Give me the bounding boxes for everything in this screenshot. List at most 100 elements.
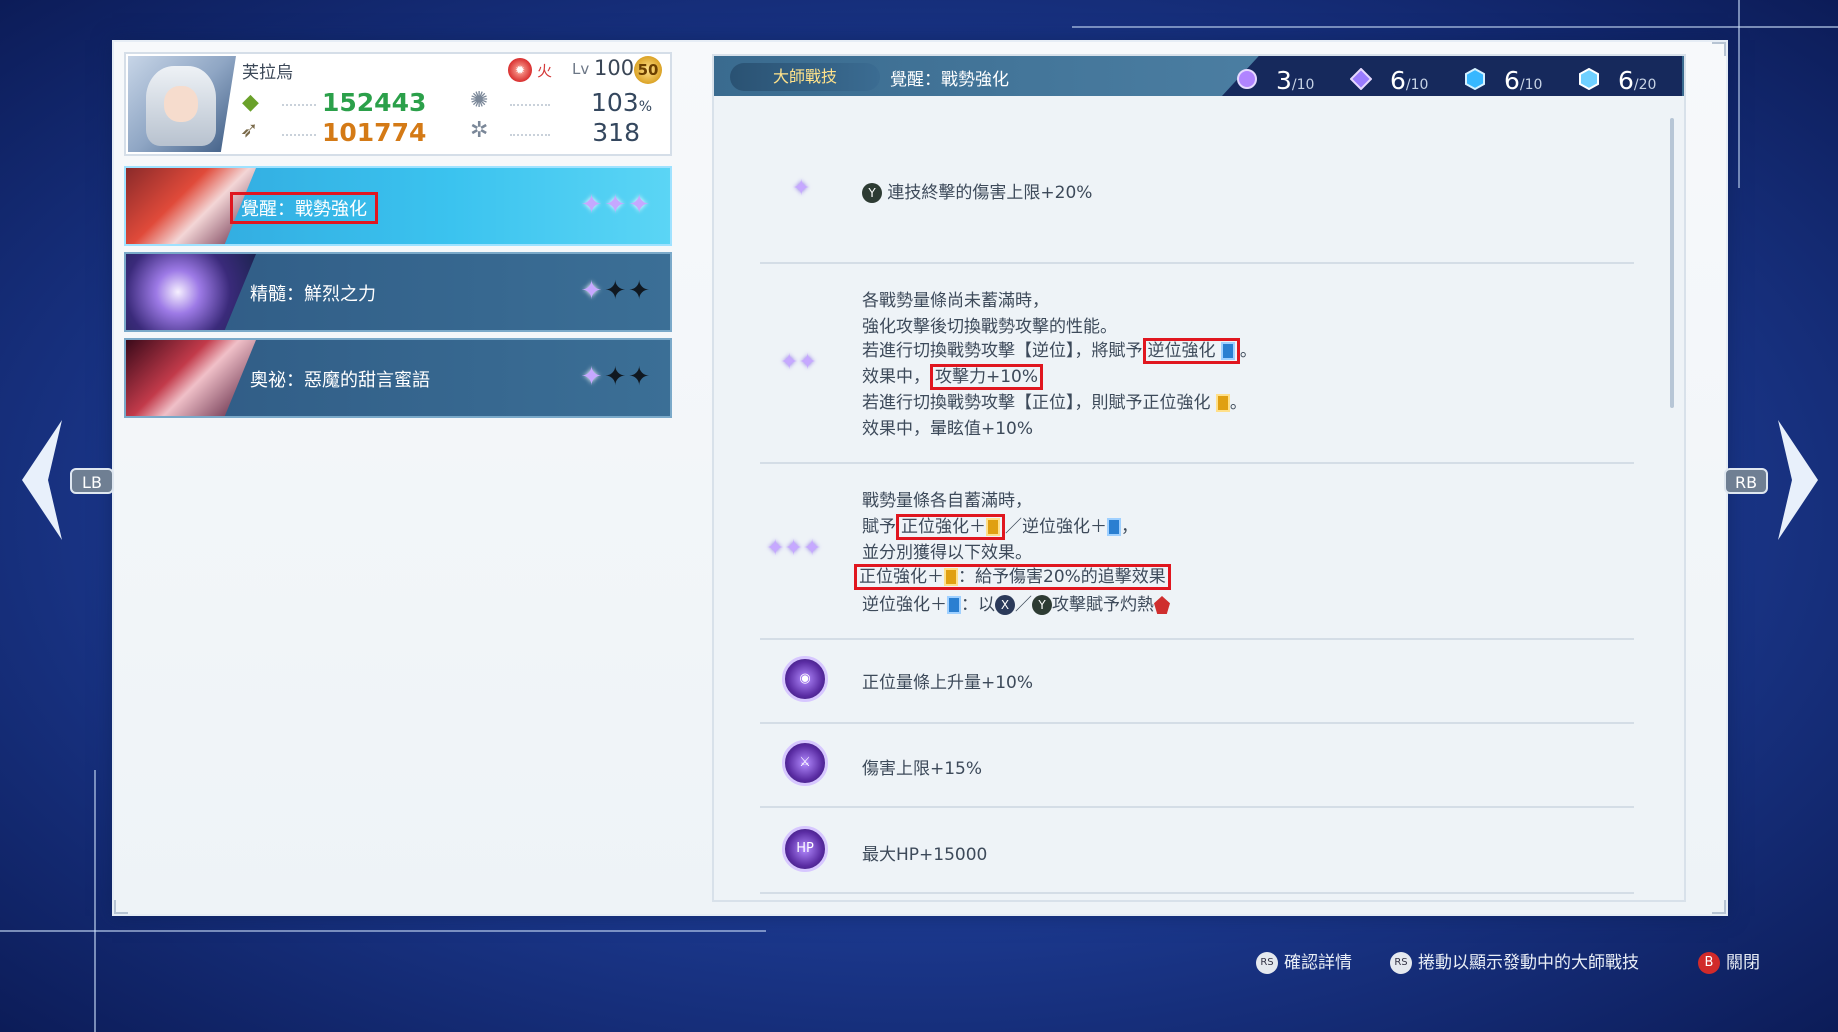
s3-line-5: 逆位強化＋ ：以 X ／ Y 攻擊賦予灼熱 (862, 590, 1170, 615)
skill-label: 精髓：鮮烈之力 (250, 284, 376, 305)
hp-up-icon: HP (782, 826, 828, 872)
s2-line-5: 若進行切換戰勢攻擊【正位】，則賦予正位強化 。 (862, 393, 1247, 413)
reverse-boost-highlight: 逆位強化 (1142, 338, 1240, 364)
tier-1-star-icon: ✦ (792, 176, 811, 201)
divider (760, 462, 1634, 464)
skill-stars: ✦✦✦ (580, 190, 652, 220)
bg-line (0, 930, 766, 932)
attack-icon: ➶ (240, 118, 259, 143)
s3-line-1: 戰勢量條各自蓄滿時， (862, 491, 1032, 511)
follow-up-highlight: 正位強化＋ ：給予傷害20%的追擊效果 (854, 564, 1171, 590)
reverse-boost-icon (947, 596, 961, 614)
s1-line: Y 連技終擊的傷害上限+20% (862, 178, 1092, 203)
rb-button[interactable]: RB (1724, 468, 1768, 494)
skill-detail-panel (712, 54, 1686, 902)
tier-3-star-icon: ✦✦✦ (766, 536, 822, 561)
count-4: 6/20 (1618, 66, 1657, 95)
reverse-boost-icon (1220, 342, 1235, 360)
frame-corner (1712, 900, 1726, 914)
tier-2-star-icon: ✦✦ (780, 350, 817, 375)
footer-close[interactable]: B 關閉 (1698, 948, 1760, 974)
bg-line (1072, 26, 1838, 28)
s3-line-3: 並分別獲得以下效果。 (862, 543, 1032, 563)
skill-stars: ✦✦✦ (580, 276, 652, 306)
cube-count-icon (1465, 68, 1485, 90)
skill-stars: ✦✦✦ (580, 362, 652, 392)
skill-row-essence[interactable]: 精髓：鮮烈之力 ✦✦✦ (124, 252, 672, 332)
bg-line (1738, 0, 1740, 188)
divider (760, 638, 1634, 640)
s3-line-4: 正位強化＋ ：給予傷害20%的追擊效果 (854, 562, 1171, 590)
fire-element-icon: ✹ (508, 58, 532, 82)
skill-row-secret[interactable]: 奧祕：惡魔的甜言蜜語 ✦✦✦ (124, 338, 672, 418)
divider (760, 892, 1634, 894)
count-3: 6/10 (1504, 66, 1543, 95)
dot-leader (282, 104, 316, 106)
gauge-up-icon: ◉ (782, 656, 828, 702)
master-skill-tab[interactable]: 大師戰技 (730, 63, 880, 91)
frame-corner (1712, 42, 1726, 56)
damage-cap-icon: ⚔ (782, 740, 828, 786)
frame-corner (114, 900, 128, 914)
dot-leader (510, 104, 550, 106)
s4-line: 正位量條上升量+10% (862, 673, 1034, 693)
sigil-count-icon (1237, 69, 1257, 89)
element-label: 火 (537, 62, 553, 80)
skill-label: 覺醒：戰勢強化 (230, 192, 378, 224)
stun-value: 318 (592, 118, 640, 147)
skill-art (126, 340, 256, 416)
b-button-icon: B (1698, 952, 1720, 974)
s5-line: 傷害上限+15% (862, 759, 983, 779)
rs-stick-icon: RS (1390, 952, 1412, 974)
level-label: Lv (572, 60, 590, 78)
upright-boost-icon (944, 568, 958, 586)
s2-line-4: 效果中， 攻擊力+10% (862, 362, 1044, 390)
reverse-boost-icon (1107, 518, 1121, 536)
hp-icon: ◆ (242, 90, 259, 115)
upright-boost-icon (986, 518, 1000, 536)
character-name: 芙拉烏 (242, 63, 293, 83)
s6-line: 最大HP+15000 (862, 845, 988, 865)
dot-leader (282, 134, 316, 136)
dot-leader (510, 134, 550, 136)
s2-line-2: 強化攻擊後切換戰勢攻擊的性能。 (862, 317, 1117, 337)
rs-stick-icon: RS (1256, 952, 1278, 974)
divider (760, 806, 1634, 808)
footer-scroll[interactable]: RS 捲動以顯示發動中的大師戰技 (1390, 948, 1639, 974)
x-button-icon: X (995, 595, 1015, 615)
y-button-icon: Y (1032, 595, 1052, 615)
burn-icon (1154, 596, 1170, 614)
attack-boost-highlight: 攻擊力+10% (930, 364, 1044, 390)
prev-arrow-icon[interactable] (22, 420, 68, 540)
footer-confirm[interactable]: RS 確認詳情 (1256, 948, 1352, 974)
upright-plus-highlight: 正位強化＋ (896, 514, 1005, 540)
s2-line-3: 若進行切換戰勢攻擊【逆位】，將賦予 逆位強化 。 (862, 336, 1257, 364)
bg-line (94, 770, 96, 1032)
next-arrow-icon[interactable] (1772, 420, 1818, 540)
upright-boost-icon (1215, 394, 1230, 412)
crit-rate: 103% (590, 88, 652, 117)
level-value: 100 (594, 56, 635, 80)
panel-title: 覺醒：戰勢強化 (890, 70, 1009, 90)
lb-button[interactable]: LB (70, 468, 114, 494)
s3-line-2: 賦予 正位強化＋ ／逆位強化＋， (862, 512, 1138, 540)
gem-count-icon (1579, 68, 1599, 90)
crystal-count-icon (1350, 68, 1372, 90)
y-button-icon: Y (862, 183, 882, 203)
skill-label: 奧祕：惡魔的甜言蜜語 (250, 370, 430, 391)
count-1: 3/10 (1276, 66, 1315, 95)
s2-line-1: 各戰勢量條尚未蓄滿時， (862, 291, 1049, 311)
count-2: 6/10 (1390, 66, 1429, 95)
s2-line-6: 效果中，暈眩值+10% (862, 419, 1034, 439)
crit-icon: ✺ (470, 88, 489, 113)
divider (760, 722, 1634, 724)
stun-icon: ✲ (470, 118, 489, 143)
character-portrait (128, 56, 236, 152)
divider (760, 262, 1634, 264)
panel-scrollbar[interactable] (1670, 118, 1674, 408)
skill-row-awakening[interactable]: 覺醒：戰勢強化 ✦✦✦ (124, 166, 672, 246)
hp-value: 152443 (322, 88, 427, 117)
attack-value: 101774 (322, 118, 427, 147)
skill-art (126, 254, 256, 330)
level-badge: 50 (634, 56, 662, 84)
